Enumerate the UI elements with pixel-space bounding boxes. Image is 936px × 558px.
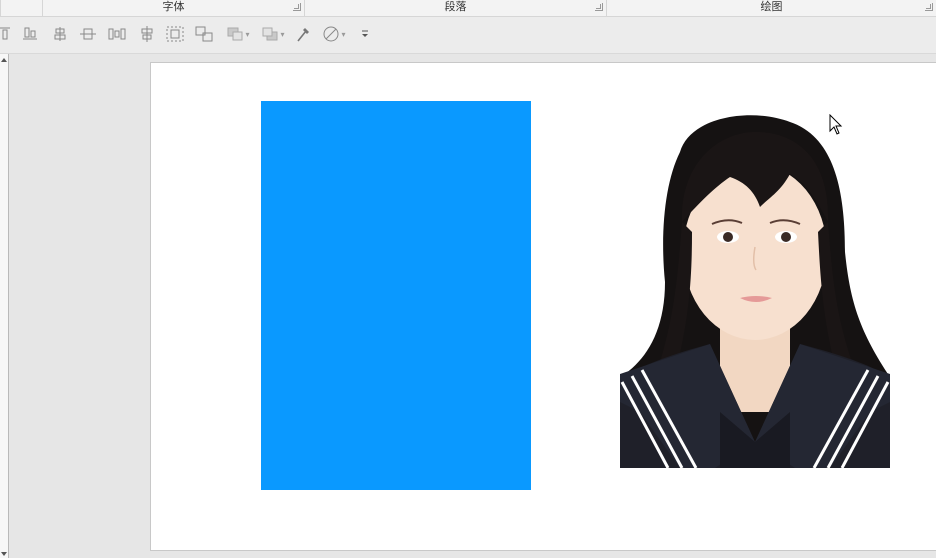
ribbon-group-label-paragraph: 段落 bbox=[444, 0, 467, 13]
eyedropper-icon[interactable] bbox=[293, 23, 313, 45]
shape-effects-dropdown-icon[interactable]: ▾ bbox=[341, 30, 345, 39]
drawing-dialog-launcher-icon[interactable] bbox=[925, 3, 933, 11]
ribbon-group-paragraph: 段落 bbox=[304, 0, 606, 16]
align-bottom-icon[interactable] bbox=[20, 23, 40, 45]
align-top-icon[interactable] bbox=[0, 23, 12, 45]
more-options-icon[interactable] bbox=[356, 23, 374, 45]
ribbon-group-previous bbox=[0, 0, 42, 16]
ribbon-group-font: 字体 bbox=[42, 0, 304, 16]
scroll-down-icon[interactable] bbox=[1, 552, 7, 556]
font-dialog-launcher-icon[interactable] bbox=[293, 3, 301, 11]
toolbar: ▾ ▾ ▾ bbox=[0, 17, 936, 54]
vertical-ruler[interactable] bbox=[0, 54, 9, 558]
align-center-vertical-icon[interactable] bbox=[50, 23, 70, 45]
distribute-horizontal-icon[interactable] bbox=[78, 23, 98, 45]
scroll-up-icon[interactable] bbox=[1, 58, 7, 62]
paragraph-dialog-launcher-icon[interactable] bbox=[595, 3, 603, 11]
distribute-columns-icon[interactable] bbox=[106, 23, 128, 45]
ribbon-group-drawing: 绘图 bbox=[606, 0, 936, 16]
ribbon-group-strip: 字体 段落 绘图 bbox=[0, 0, 936, 17]
shape-effects-icon[interactable]: ▾ bbox=[318, 23, 350, 45]
align-middle-icon[interactable] bbox=[137, 23, 157, 45]
send-backward-icon[interactable]: ▾ bbox=[258, 23, 288, 45]
group-icon[interactable] bbox=[164, 23, 186, 45]
ribbon-group-label-font: 字体 bbox=[162, 0, 185, 13]
ungroup-icon[interactable] bbox=[193, 23, 215, 45]
mouse-cursor-icon bbox=[829, 114, 843, 135]
bring-forward-icon[interactable]: ▾ bbox=[224, 23, 252, 45]
send-backward-dropdown-icon[interactable]: ▾ bbox=[280, 30, 284, 39]
blue-rectangle-shape[interactable] bbox=[261, 101, 531, 490]
bring-forward-dropdown-icon[interactable]: ▾ bbox=[245, 30, 249, 39]
id-photo-image[interactable] bbox=[620, 112, 890, 468]
ribbon-group-label-drawing: 绘图 bbox=[760, 0, 783, 13]
